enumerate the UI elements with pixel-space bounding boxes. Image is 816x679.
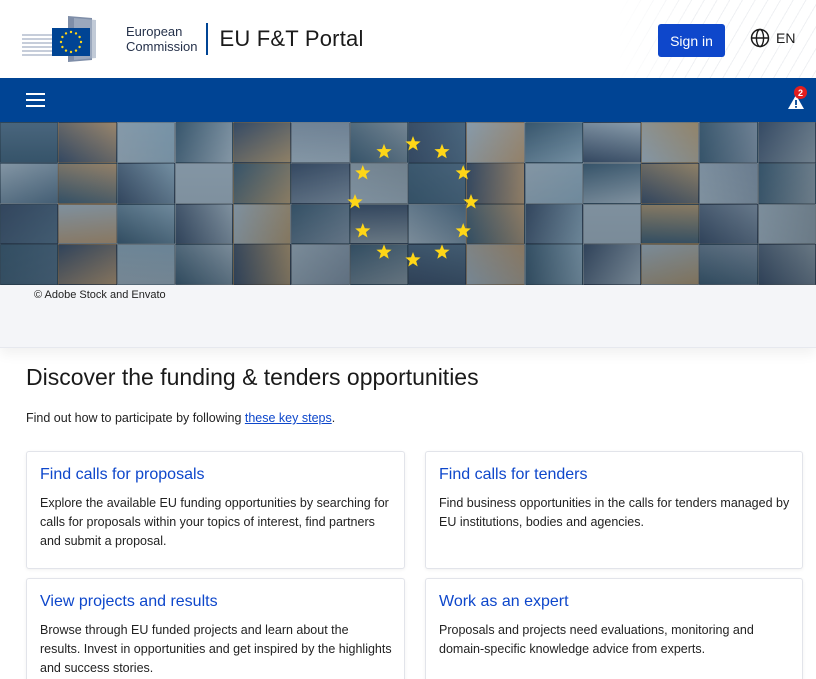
card-title[interactable]: Find calls for tenders [439,466,790,484]
card-description: Browse through EU funded projects and le… [40,623,392,675]
eu-star-icon [376,244,392,259]
image-credit: © Adobe Stock and Envato [34,289,166,301]
portal-title: EU F&T Portal [219,26,364,51]
hero-banner-image [0,122,816,285]
eu-star-icon [455,165,471,180]
card-work-as-expert[interactable]: Work as an expert Proposals and projects… [425,578,803,679]
card-calls-for-proposals[interactable]: Find calls for proposals Explore the ava… [26,451,405,569]
card-calls-for-tenders[interactable]: Find calls for tenders Find business opp… [425,451,803,569]
card-projects-and-results[interactable]: View projects and results Browse through… [26,578,405,679]
card-description: Find business opportunities in the calls… [439,496,790,529]
alerts-count-badge: 2 [794,86,807,99]
card-title[interactable]: Work as an expert [439,593,790,611]
card-description: Proposals and projects need evaluations,… [439,623,754,656]
eu-star-icon [355,223,371,238]
site-header: European Commission EU F&T Portal Sign i… [0,0,816,78]
card-description: Explore the available EU funding opportu… [40,496,389,548]
language-code: EN [776,30,796,46]
eu-star-icon [405,136,421,151]
card-title[interactable]: View projects and results [40,593,392,611]
image-credit-strip: © Adobe Stock and Envato [0,285,816,348]
eu-star-icon [463,194,479,209]
globe-icon [750,28,770,48]
intro-text: Find out how to participate by following… [26,411,335,425]
logo-separator [205,23,208,55]
page-heading: Discover the funding & tenders opportuni… [26,364,479,390]
logo-line-commission: Commission [126,39,198,54]
eu-star-icon [434,143,450,159]
eu-star-icon [434,244,450,259]
main-navigation-bar: 2 [0,78,816,122]
eu-star-icon [405,252,421,267]
eu-stars-icon [347,136,479,267]
intro-prefix: Find out how to participate by following [26,411,245,425]
eu-star-icon [355,165,371,180]
ec-emblem-icon [22,16,96,62]
intro-suffix: . [331,411,336,425]
sign-in-button[interactable]: Sign in [658,24,725,57]
eu-star-icon [376,143,392,159]
key-steps-link[interactable]: these key steps [245,411,332,425]
logo-wordmark: European Commission [126,24,198,54]
eu-star-icon [455,223,471,238]
alerts-button[interactable]: 2 [786,86,807,112]
hamburger-menu-icon[interactable] [26,93,45,107]
european-commission-logo[interactable]: European Commission EU F&T Portal [22,14,364,64]
card-title[interactable]: Find calls for proposals [40,466,392,484]
eu-star-icon [347,194,363,209]
language-selector[interactable]: EN [750,28,795,48]
logo-line-european: European [126,24,183,39]
